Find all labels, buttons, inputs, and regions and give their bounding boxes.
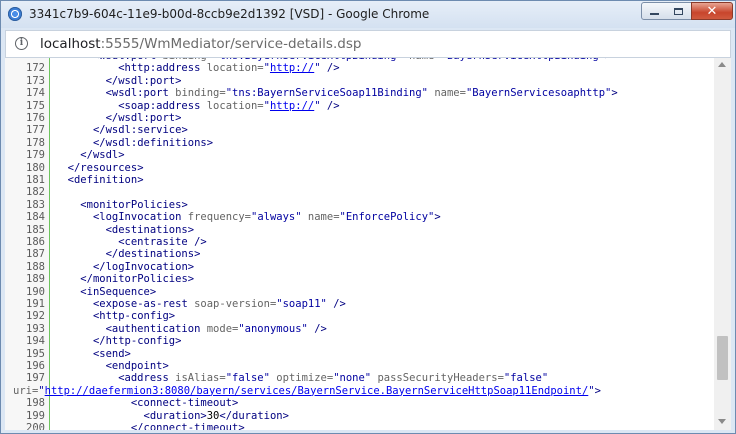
title-bar[interactable]: 3341c7b9-604c-11e9-b00d-8ccb9e2d1392 [VS…: [1, 1, 735, 28]
gutter-divider: [49, 58, 50, 430]
line-number: 172: [26, 62, 45, 75]
line-number: 192: [26, 310, 45, 323]
line-number: 185: [26, 223, 45, 236]
line-number: 184: [26, 211, 45, 224]
code-line: </wsdl:definitions>: [92, 136, 214, 149]
code-line: </connect-timeout>: [130, 422, 245, 430]
code-line: <inSequence>: [80, 285, 157, 298]
code-line: <http-config>: [92, 310, 176, 323]
line-number: 176: [26, 112, 45, 124]
code-line: <monitorPolicies>: [80, 198, 188, 211]
line-number: 189: [26, 273, 45, 286]
line-number: 199: [26, 409, 45, 422]
code-line: </logInvocation>: [92, 260, 195, 273]
line-number: 193: [26, 322, 45, 335]
chrome-icon: [8, 7, 22, 21]
code-line: <soap:address location="http://" />: [118, 99, 340, 112]
line-number: 188: [26, 260, 45, 273]
browser-window: 3341c7b9-604c-11e9-b00d-8ccb9e2d1392 [VS…: [0, 0, 736, 434]
code-line: <centrasite />: [118, 236, 207, 248]
line-number: 200: [26, 422, 45, 430]
code-line: uri="http://daefermion3:8080/bayern/serv…: [13, 384, 601, 397]
page-content: <wsdl:port binding="tns:BayernServiceHtt…: [5, 58, 731, 430]
maximize-icon: [674, 7, 683, 15]
info-icon[interactable]: i: [15, 37, 28, 50]
vertical-scrollbar[interactable]: [714, 58, 731, 430]
code-line: <definition>: [67, 174, 144, 186]
line-number: 175: [26, 99, 45, 112]
line-number: 180: [26, 161, 45, 174]
line-number: 181: [26, 174, 45, 186]
line-number: 196: [26, 360, 45, 372]
code-line: </wsdl:port>: [105, 112, 182, 124]
code-line: <address isAlias="false" optimize="none"…: [118, 372, 549, 385]
code-line: </destinations>: [105, 248, 201, 261]
code-line: </wsdl:service>: [92, 124, 188, 137]
url-path: :5555/WmMediator/service-details.dsp: [100, 36, 362, 52]
code-line: </resources>: [67, 161, 144, 174]
line-number: 194: [26, 335, 45, 348]
code-line: <wsdl:port binding="tns:BayernServiceHtt…: [55, 58, 611, 62]
code-line: </http-config>: [92, 335, 182, 348]
line-number: 179: [26, 149, 45, 162]
url-text[interactable]: localhost:5555/WmMediator/service-detail…: [40, 36, 361, 52]
code-line: <connect-timeout>: [130, 397, 239, 410]
minimize-button[interactable]: [641, 2, 667, 20]
url-host: localhost: [40, 36, 101, 52]
line-number: 178: [26, 136, 45, 149]
close-button[interactable]: ✕: [691, 2, 733, 20]
code-line: <duration>30</duration>: [143, 409, 289, 422]
maximize-button[interactable]: [666, 2, 692, 20]
code-line: </monitorPolicies>: [80, 273, 195, 286]
line-number: 186: [26, 236, 45, 248]
line-number: 198: [26, 397, 45, 410]
close-icon: ✕: [706, 3, 718, 19]
line-number: 183: [26, 198, 45, 211]
code-line: <http:address location="http://" />: [118, 62, 340, 75]
code-line: <send>: [92, 347, 131, 360]
minimize-icon: [649, 13, 659, 15]
address-bar[interactable]: i localhost:5555/WmMediator/service-deta…: [5, 30, 731, 58]
line-number: 190: [26, 285, 45, 298]
line-number: 195: [26, 347, 45, 360]
line-number: 187: [26, 248, 45, 261]
window-title: 3341c7b9-604c-11e9-b00d-8ccb9e2d1392 [VS…: [29, 7, 430, 21]
code-line: <logInvocation frequency="always" name="…: [92, 211, 441, 224]
line-number: 197: [26, 372, 45, 385]
code-line: <authentication mode="anonymous" />: [105, 322, 327, 335]
scroll-up-icon[interactable]: [718, 62, 726, 67]
code-line: <expose-as-rest soap-version="soap11" />: [92, 298, 346, 310]
code-line: <endpoint>: [105, 360, 169, 372]
line-number: 182: [26, 186, 45, 199]
line-number: 173: [26, 74, 45, 87]
code-line: </wsdl>: [80, 149, 125, 162]
code-line: <destinations>: [105, 223, 195, 236]
line-number: 174: [26, 87, 45, 100]
scroll-down-icon[interactable]: [718, 419, 726, 424]
code-line: <wsdl:port binding="tns:BayernServiceSoa…: [105, 87, 618, 100]
line-number: 177: [26, 124, 45, 137]
line-number: 191: [26, 298, 45, 310]
scrollbar-thumb[interactable]: [717, 336, 728, 380]
code-line: </wsdl:port>: [105, 74, 182, 87]
